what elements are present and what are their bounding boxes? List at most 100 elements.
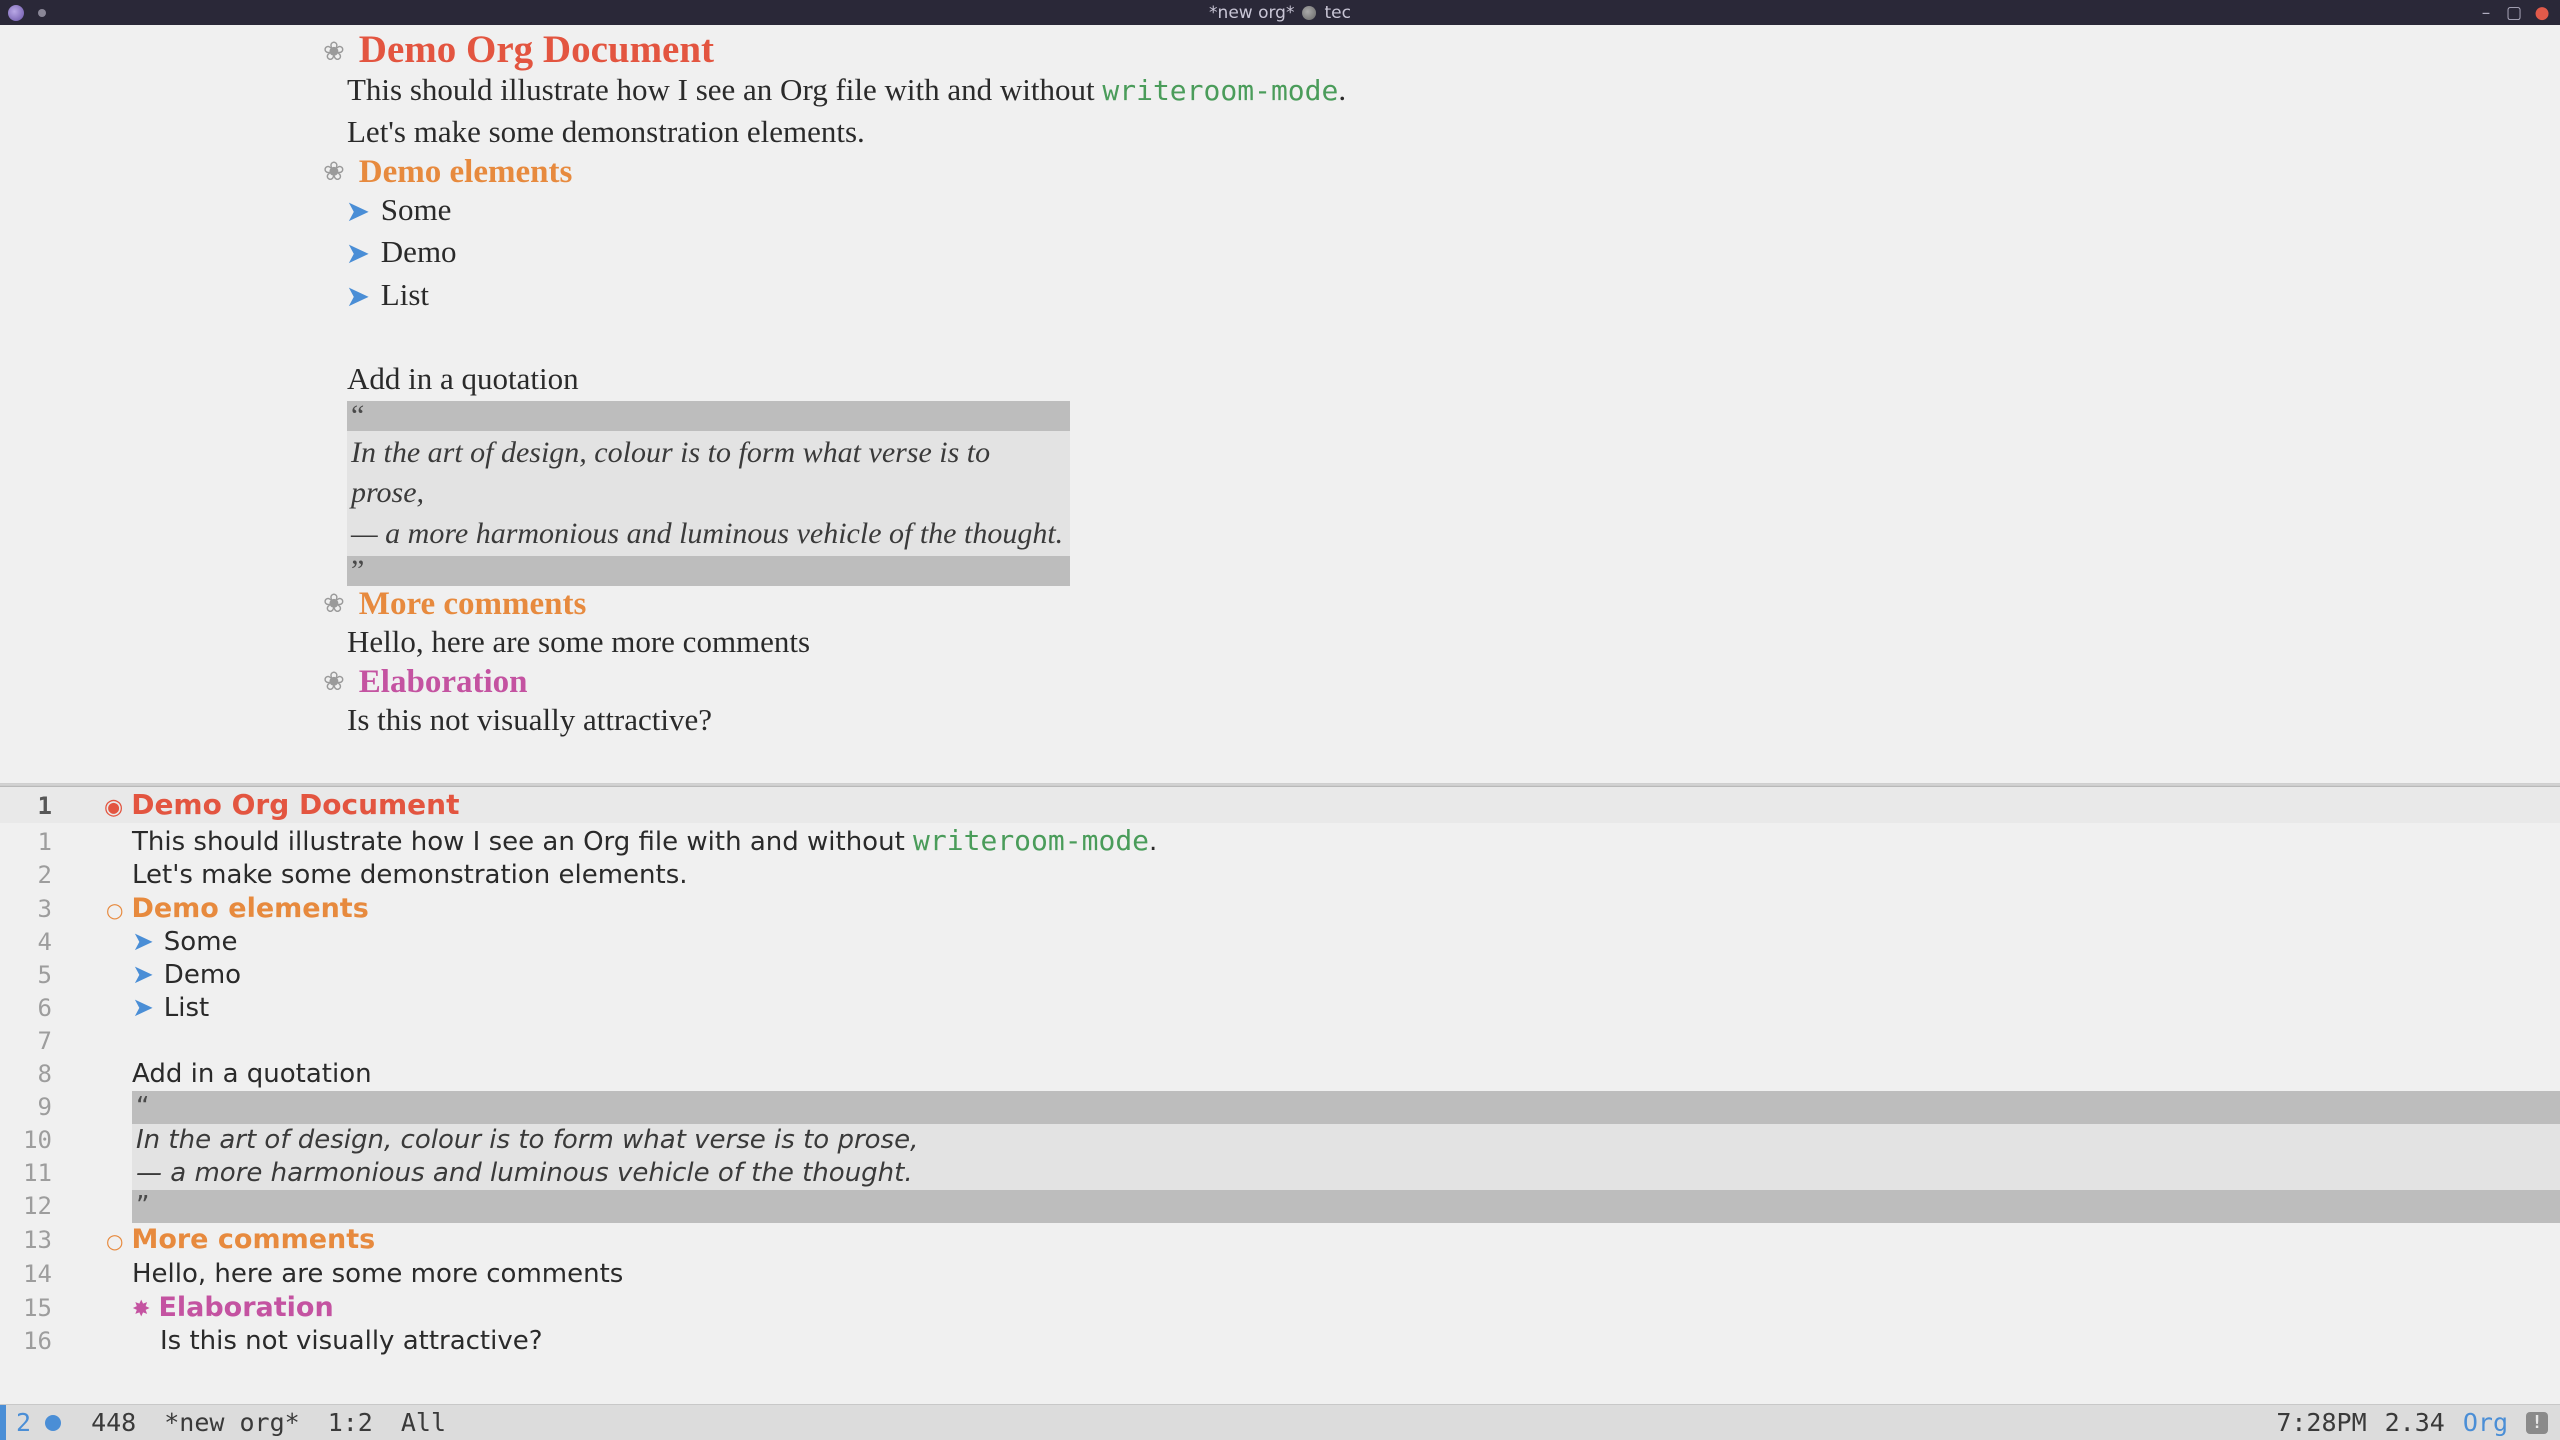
line-number: 9 xyxy=(0,1092,64,1122)
intro-text-a: This should illustrate how I see an Org … xyxy=(347,72,1102,107)
heading-2-more: More comments xyxy=(359,586,587,622)
quote-intro: Add in a quotation xyxy=(347,361,579,396)
emacs-icon xyxy=(8,5,24,21)
heading-3-elaboration: Elaboration xyxy=(359,664,528,700)
editor-line[interactable]: 12” xyxy=(0,1190,2560,1223)
heading-bullet-icon: ○ xyxy=(106,1229,123,1253)
editor-line[interactable]: 15✸Elaboration xyxy=(0,1291,2560,1325)
editor-pane[interactable]: 1◉Demo Org Document1This should illustra… xyxy=(0,787,2560,1404)
editor-line[interactable]: 5➤Demo xyxy=(0,959,2560,992)
editor-line[interactable]: 16Is this not visually attractive? xyxy=(0,1325,2560,1358)
line-number: 4 xyxy=(0,927,64,957)
editor-line[interactable]: 2Let's make some demonstration elements. xyxy=(0,859,2560,892)
intro-line-2: Let's make some demonstration elements. xyxy=(64,859,2560,892)
heading-icon: ❀ xyxy=(323,589,345,618)
bullet-icon: ➤ xyxy=(347,282,369,311)
heading-icon: ❀ xyxy=(323,37,345,66)
bullet-icon: ➤ xyxy=(132,927,154,957)
quote-body: In the art of design, colour is to form … xyxy=(347,431,1070,557)
quote-close-bar: ” xyxy=(64,1190,2560,1223)
heading-bullet-icon: ○ xyxy=(106,898,123,922)
intro-line-1: This should illustrate how I see an Org … xyxy=(64,823,2560,859)
modeline-time: 7:28PM xyxy=(2276,1408,2366,1437)
window-minimize-button[interactable]: – xyxy=(2478,5,2494,21)
bullet-icon: ➤ xyxy=(132,960,154,990)
line-number: 1 xyxy=(0,791,64,821)
modeline: 2 448 *new org* 1:2 All 7:28PM 2.34 Org … xyxy=(0,1404,2560,1440)
line-number: 16 xyxy=(0,1326,64,1356)
list-item: ➤List xyxy=(64,992,2560,1025)
line-number: 11 xyxy=(0,1158,64,1188)
quote-line-2: — a more harmonious and luminous vehicle… xyxy=(351,517,1063,550)
line-number: 12 xyxy=(0,1191,64,1221)
heading-bullet-icon: ✸ xyxy=(132,1297,150,1322)
intro-text-2: Let's make some demonstration elements. xyxy=(347,114,865,149)
heading-2-more: ○More comments xyxy=(64,1223,2560,1257)
editor-line[interactable]: 9“ xyxy=(0,1091,2560,1124)
tab-indicator-dot[interactable] xyxy=(38,9,46,17)
heading-2-elements: Demo elements xyxy=(359,154,573,190)
editor-line[interactable]: 14Hello, here are some more comments xyxy=(0,1258,2560,1291)
elaboration-body: Is this not visually attractive? xyxy=(347,702,712,737)
window-maximize-button[interactable]: ▢ xyxy=(2506,5,2522,21)
editor-line[interactable]: 6➤List xyxy=(0,992,2560,1025)
bullet-icon: ➤ xyxy=(132,993,154,1023)
editor-line[interactable]: 10In the art of design, colour is to for… xyxy=(0,1124,2560,1157)
line-number: 2 xyxy=(0,860,64,890)
titlebar-buffer-name: *new org* xyxy=(1209,3,1294,23)
quote-line-1: In the art of design, colour is to form … xyxy=(351,436,990,510)
code-writeroom-mode: writeroom-mode xyxy=(913,824,1149,857)
heading-bullet-icon: ◉ xyxy=(104,795,123,820)
line-number: 7 xyxy=(0,1026,64,1056)
editor-line[interactable]: 4➤Some xyxy=(0,926,2560,959)
heading-1: Demo Org Document xyxy=(359,28,714,71)
heading-2-elements: ○Demo elements xyxy=(64,892,2560,926)
modeline-scroll-pct: All xyxy=(401,1408,446,1437)
line-number: 6 xyxy=(0,993,64,1023)
modeline-checker-warn-icon[interactable]: ! xyxy=(2526,1412,2548,1434)
list-item: ➤Some xyxy=(64,926,2560,959)
editor-line[interactable]: 1◉Demo Org Document xyxy=(0,787,2560,823)
quote-line-2: — a more harmonious and luminous vehicle… xyxy=(64,1157,2560,1190)
heading-icon: ❀ xyxy=(323,157,345,186)
modeline-load: 2.34 xyxy=(2385,1408,2445,1437)
heading-3-elaboration: ✸Elaboration xyxy=(64,1291,2560,1325)
modeline-major-mode[interactable]: Org xyxy=(2463,1408,2508,1437)
modeline-buffer-name[interactable]: *new org* xyxy=(164,1408,299,1437)
quote-open-bar: “ xyxy=(64,1091,2560,1124)
modeline-accent xyxy=(0,1405,6,1440)
line-number: 13 xyxy=(0,1225,64,1255)
more-comments-body: Hello, here are some more comments xyxy=(64,1258,2560,1291)
bullet-icon: ➤ xyxy=(347,197,369,226)
editor-line[interactable]: 7 xyxy=(0,1025,2560,1058)
quote-intro: Add in a quotation xyxy=(64,1058,2560,1091)
quote-close-bar: ” xyxy=(347,556,1070,586)
editor-line[interactable]: 8Add in a quotation xyxy=(0,1058,2560,1091)
editor-line[interactable]: 3○Demo elements xyxy=(0,892,2560,926)
line-number: 1 xyxy=(0,827,64,857)
code-writeroom-mode: writeroom-mode xyxy=(1102,74,1338,107)
editor-line[interactable]: 11— a more harmonious and luminous vehic… xyxy=(0,1157,2560,1190)
blank-line xyxy=(64,1025,2560,1058)
window-close-button[interactable]: ● xyxy=(2534,5,2550,21)
quote-open-bar: “ xyxy=(347,401,1070,431)
list-item: List xyxy=(381,277,429,312)
modeline-cursor-position: 1:2 xyxy=(328,1408,373,1437)
intro-text-b: . xyxy=(1338,72,1346,107)
line-number: 5 xyxy=(0,960,64,990)
modeline-workspace[interactable]: 2 xyxy=(16,1408,31,1437)
line-number: 14 xyxy=(0,1259,64,1289)
more-comments-body: Hello, here are some more comments xyxy=(347,624,810,659)
list-item: ➤Demo xyxy=(64,959,2560,992)
window-titlebar: *new org* tec – ▢ ● xyxy=(0,0,2560,25)
elaboration-body: Is this not visually attractive? xyxy=(64,1325,2560,1358)
editor-line[interactable]: 1This should illustrate how I see an Org… xyxy=(0,823,2560,859)
quote-line-1: In the art of design, colour is to form … xyxy=(64,1124,2560,1157)
list-item: Some xyxy=(381,192,452,227)
doom-icon xyxy=(1302,6,1316,20)
writeroom-pane[interactable]: ❀ Demo Org Document This should illustrat… xyxy=(0,25,2560,783)
modeline-word-count: 448 xyxy=(91,1408,136,1437)
titlebar-user: tec xyxy=(1324,3,1350,23)
editor-line[interactable]: 13○More comments xyxy=(0,1223,2560,1257)
line-number: 10 xyxy=(0,1125,64,1155)
